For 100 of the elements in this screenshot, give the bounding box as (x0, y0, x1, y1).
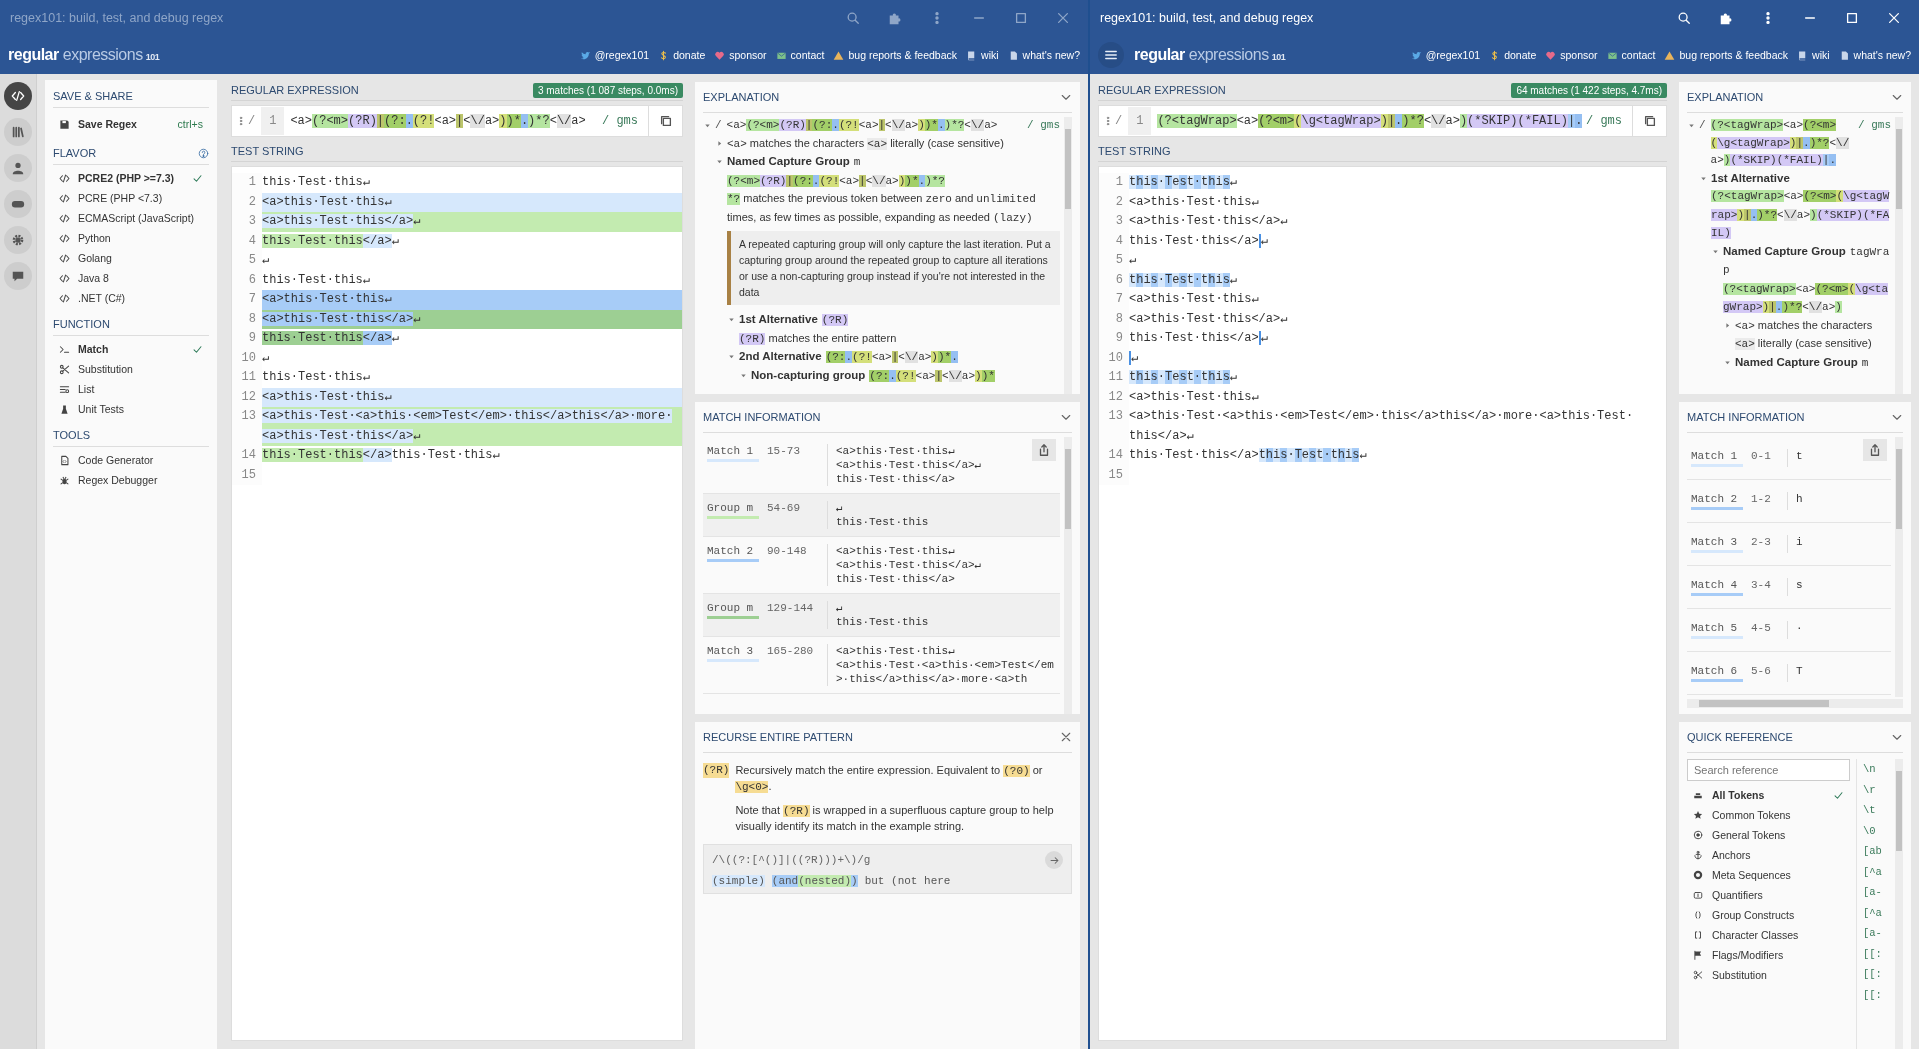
flavor-option[interactable]: PCRE (PHP <7.3) (53, 188, 209, 208)
match-label[interactable]: Match 6 (1691, 664, 1743, 682)
regex-token: . (832, 119, 839, 131)
reference-token[interactable]: [^a (1863, 865, 1885, 878)
scrollbar[interactable] (1895, 117, 1903, 394)
reference-token[interactable]: \0 (1863, 824, 1885, 837)
help-icon[interactable] (198, 147, 209, 159)
header-link[interactable]: sponsor (1545, 49, 1598, 61)
flavor-option[interactable]: ECMAScript (JavaScript) (53, 208, 209, 228)
search-field[interactable]: Search reference (1687, 759, 1850, 781)
puzzle-icon[interactable] (1719, 11, 1733, 25)
header-link[interactable]: contact (1606, 49, 1656, 61)
tool-link[interactable]: Code Generator (53, 450, 209, 470)
regex-field[interactable]: / 1 <a>(?<m>(?R)|(?:.(?!<a>|<\/a>))*.)*?<\/a> / gms (231, 105, 683, 137)
reference-token[interactable]: [[: (1863, 968, 1885, 980)
close-icon[interactable] (1060, 731, 1072, 743)
match-label[interactable]: Match 1 (1691, 449, 1743, 467)
reference-category[interactable]: Flags/Modifiers (1687, 945, 1850, 965)
caret-right-icon[interactable] (1723, 320, 1732, 330)
reference-token[interactable]: [a- (1863, 927, 1885, 939)
reference-token[interactable]: [[: (1863, 988, 1885, 1001)
reference-token[interactable]: \t (1863, 804, 1885, 816)
search-icon[interactable] (1677, 11, 1691, 25)
header-link[interactable]: wiki (1797, 49, 1830, 61)
logo[interactable]: regular expressions 101 (1134, 46, 1286, 64)
description-text: Recursively match the entire expression. Equivalent to (?0) or \g<0>. (735, 763, 1044, 795)
scrollbar[interactable] (1064, 437, 1072, 714)
reference-category[interactable]: Character Classes (1687, 925, 1850, 945)
scrollbar[interactable] (1895, 437, 1903, 697)
match-label[interactable]: Match 2 (707, 544, 759, 562)
flavor-option[interactable]: Golang (53, 248, 209, 268)
function-option[interactable]: Unit Tests (53, 399, 209, 419)
header-link[interactable]: contact (775, 49, 825, 61)
match-label[interactable]: Match 4 (1691, 578, 1743, 596)
regex-token: (?<m> (1803, 190, 1837, 202)
caret-down-icon[interactable] (703, 121, 712, 130)
match-label[interactable]: Match 3 (707, 644, 759, 662)
reference-token[interactable]: [[: (1863, 947, 1885, 960)
caret-down-icon[interactable] (715, 157, 724, 166)
flavor-option[interactable]: PCRE2 (PHP >=7.3) (53, 168, 209, 188)
regex-field[interactable]: / 1 (?<tagWrap><a>(?<m>(\g<tagWrap>)|.)*?<\/a>)(*SKIP)(*FAIL)|. / gms (1098, 105, 1667, 137)
flavor-option[interactable]: Python (53, 228, 209, 248)
code-text: <a> (1795, 282, 1816, 295)
rail-button[interactable] (4, 82, 32, 110)
reference-token[interactable]: [a- (1863, 886, 1885, 898)
header-link[interactable]: what's new? (1838, 49, 1911, 61)
function-option[interactable]: Match (53, 339, 209, 359)
header-link[interactable]: bug reports & feedback (833, 49, 958, 61)
header-link[interactable]: wiki (966, 49, 999, 61)
reference-category[interactable]: Common Tokens (1687, 805, 1850, 825)
header-link[interactable]: @regex101 (1410, 49, 1481, 61)
reference-category[interactable]: All Tokens (1687, 785, 1850, 805)
menu-button[interactable] (1098, 42, 1124, 68)
match-label[interactable]: Group m (707, 601, 759, 619)
rail-button[interactable] (4, 118, 32, 146)
reference-category[interactable]: Anchors (1687, 845, 1850, 865)
caret-down-icon[interactable] (727, 315, 736, 324)
match-label[interactable]: Match 3 (1691, 535, 1743, 553)
code-text: ↵ (1229, 272, 1238, 287)
header-link[interactable]: sponsor (714, 49, 767, 61)
header-link[interactable]: donate (658, 49, 706, 61)
reference-category[interactable]: General Tokens (1687, 825, 1850, 845)
reference-category[interactable]: Quantifiers (1687, 885, 1850, 905)
logo[interactable]: regular expressions 101 (8, 46, 160, 64)
flavor-option[interactable]: Java 8 (53, 268, 209, 288)
export-button[interactable] (1863, 439, 1887, 461)
reference-category[interactable]: Group Constructs (1687, 905, 1850, 925)
try-example-button[interactable] (1045, 851, 1063, 869)
match-label[interactable]: Match 1 (707, 444, 759, 462)
match-label[interactable]: Group m (707, 501, 759, 519)
caret-down-icon[interactable] (727, 352, 736, 361)
header-link[interactable]: donate (1489, 49, 1537, 61)
rail-button[interactable] (4, 262, 32, 290)
flavor-option[interactable]: .NET (C#) (53, 288, 209, 308)
reference-token[interactable]: \n (1863, 763, 1885, 775)
caret-down-icon[interactable] (1687, 121, 1696, 130)
header-link[interactable]: bug reports & feedback (1664, 49, 1789, 61)
function-option[interactable]: List (53, 379, 209, 399)
rail-button[interactable] (4, 226, 32, 254)
caret-right-icon[interactable] (715, 138, 724, 148)
reference-token[interactable]: [^a (1863, 906, 1885, 919)
regex-token: \/ (1783, 208, 1797, 221)
save-regex-button[interactable]: Save Regex ctrl+s (53, 111, 209, 137)
function-option[interactable]: Substitution (53, 359, 209, 379)
match-label[interactable]: Match 2 (1691, 492, 1743, 510)
scrollbar[interactable] (1895, 759, 1903, 1049)
tool-link[interactable]: Regex Debugger (53, 470, 209, 490)
match-highlight: s (1179, 175, 1187, 189)
rail-button[interactable] (4, 190, 32, 218)
header-link[interactable]: @regex101 (579, 49, 650, 61)
reference-category[interactable]: Meta Sequences (1687, 865, 1850, 885)
match-label[interactable]: Match 5 (1691, 621, 1743, 639)
scrollbar[interactable] (1687, 699, 1903, 708)
reference-token[interactable]: \r (1863, 783, 1885, 796)
reference-token[interactable]: [ab (1863, 845, 1885, 857)
header-link[interactable]: what's new? (1007, 49, 1080, 61)
rail-button[interactable] (4, 154, 32, 182)
export-button[interactable] (1032, 439, 1056, 461)
scrollbar[interactable] (1064, 117, 1072, 394)
reference-category[interactable]: Substitution (1687, 965, 1850, 985)
